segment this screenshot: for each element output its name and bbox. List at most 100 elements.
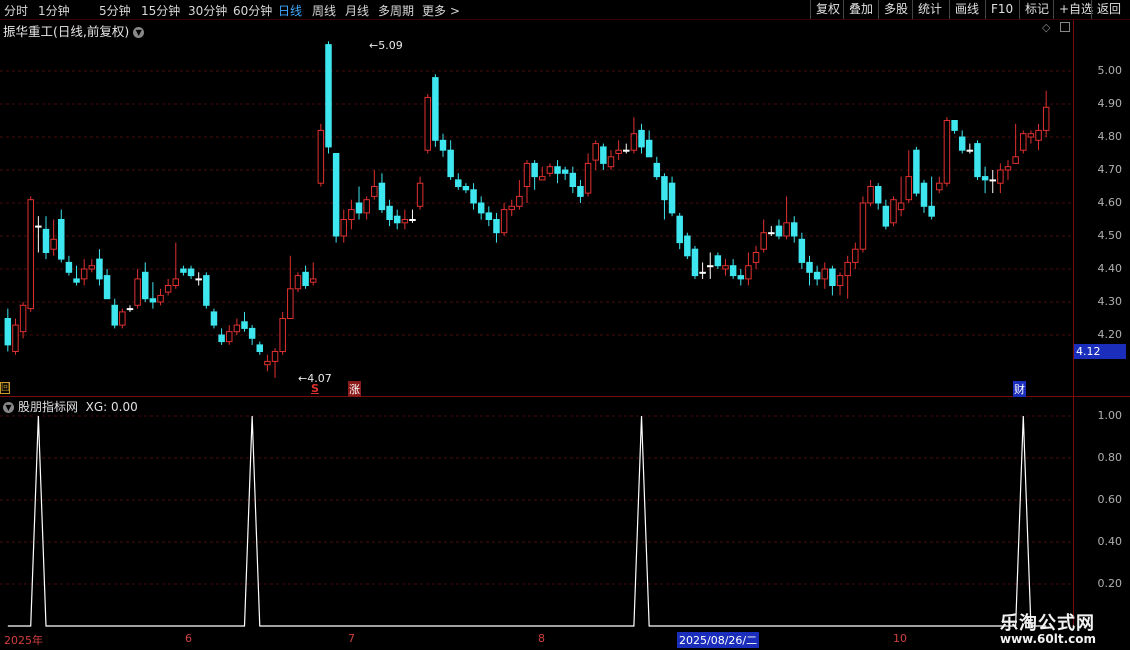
candle [752, 245, 760, 269]
candle [195, 272, 202, 286]
price-tick-label: 4.70 [1097, 163, 1123, 176]
price-tick-label: 4.30 [1097, 295, 1123, 308]
date-tick-label: 8 [538, 632, 545, 645]
mark-button[interactable]: 标记 [1019, 0, 1054, 19]
candle [42, 216, 50, 260]
candle [126, 305, 134, 312]
fuquan-button[interactable]: 复权 [810, 0, 845, 19]
tab-1min[interactable]: 1分钟 [38, 2, 70, 19]
candle [164, 278, 172, 296]
candle [638, 123, 645, 154]
candle [332, 153, 340, 243]
indicator-tick-label: 0.40 [1097, 535, 1123, 548]
indicator-tick-label: 0.60 [1097, 493, 1123, 506]
indicator-tick-label: 0.20 [1097, 577, 1123, 590]
candle [172, 242, 180, 289]
tab-15min[interactable]: 15分钟 [141, 2, 180, 19]
candle [264, 354, 271, 372]
candle [859, 196, 867, 253]
candle [271, 348, 279, 378]
candle [455, 173, 462, 190]
candle [630, 117, 638, 154]
candle [821, 262, 829, 289]
candle [508, 199, 515, 217]
candle [1035, 123, 1042, 151]
candle [684, 232, 691, 260]
back-marker[interactable]: 回 [0, 382, 10, 394]
candle [4, 308, 12, 352]
candle [294, 272, 302, 293]
candle [416, 176, 424, 210]
tab-fenshi[interactable]: 分时 [4, 2, 28, 19]
candle [470, 183, 477, 210]
tab-multi-period[interactable]: 多周期 [378, 2, 414, 19]
candle [997, 163, 1004, 194]
candle [920, 179, 928, 213]
candle [645, 130, 653, 158]
candle [737, 269, 745, 286]
candle [607, 150, 615, 170]
tab-more[interactable]: 更多 > [422, 2, 460, 19]
candle [958, 130, 966, 154]
price-tick-label: 5.00 [1097, 64, 1123, 77]
candle [287, 255, 294, 319]
finance-marker[interactable]: 财 [1013, 381, 1026, 397]
date-tick-label: 7 [348, 632, 355, 645]
candle [600, 143, 607, 170]
candle [134, 269, 141, 309]
chevron-right-icon: > [449, 4, 460, 18]
period-toolbar: 分时 1分钟 5分钟 15分钟 30分钟 60分钟 日线 周线 月线 多周期 更… [0, 0, 1130, 20]
tab-5min[interactable]: 5分钟 [99, 2, 131, 19]
candle [1042, 90, 1050, 137]
candle [676, 212, 683, 250]
date-axis [0, 630, 1130, 650]
high-price-annotation: ←5.09 [369, 39, 403, 52]
multi-stock-button[interactable]: 多股 [878, 0, 913, 19]
tab-monthly[interactable]: 月线 [345, 2, 369, 19]
candle [141, 262, 149, 302]
tab-weekly[interactable]: 周线 [312, 2, 336, 19]
tab-more-label: 更多 [422, 4, 447, 18]
candle [58, 209, 65, 263]
candle [248, 325, 256, 345]
tab-30min[interactable]: 30分钟 [188, 2, 227, 19]
candle [88, 259, 96, 273]
high-price-label: 5.09 [378, 39, 403, 52]
candle [1027, 130, 1035, 144]
date-tick-label: 2025年 [4, 634, 43, 647]
candle [493, 212, 500, 243]
candle [462, 183, 470, 194]
candle [844, 255, 851, 299]
f10-button[interactable]: F10 [985, 0, 1018, 19]
candle [897, 176, 905, 217]
candle [19, 302, 27, 339]
candle [813, 265, 821, 286]
candle [951, 120, 958, 134]
candle [592, 140, 599, 170]
candle [928, 176, 935, 220]
price-tick-label: 4.80 [1097, 130, 1123, 143]
candle [966, 143, 974, 154]
candle [279, 311, 286, 355]
candle [516, 179, 523, 210]
candle [393, 209, 401, 230]
limit-up-marker[interactable]: 涨 [348, 381, 361, 397]
sell-signal-marker[interactable]: S [311, 382, 319, 395]
candle [401, 209, 409, 230]
stats-button[interactable]: 统计 [912, 0, 947, 19]
candle [699, 262, 706, 279]
indicator-chart[interactable] [0, 397, 1073, 630]
candle [691, 245, 699, 279]
candle [371, 170, 378, 200]
candle [12, 318, 19, 355]
date-tick-label: 6 [185, 632, 192, 645]
candle [27, 196, 34, 312]
candle [477, 196, 485, 220]
back-button[interactable]: 返回 [1091, 0, 1126, 19]
candlestick-chart[interactable] [0, 20, 1073, 396]
draw-line-button[interactable]: 画线 [949, 0, 984, 19]
tab-60min[interactable]: 60分钟 [233, 2, 272, 19]
overlay-button[interactable]: 叠加 [843, 0, 878, 19]
tab-daily[interactable]: 日线 [278, 2, 302, 19]
price-tick-label: 4.20 [1097, 328, 1123, 341]
